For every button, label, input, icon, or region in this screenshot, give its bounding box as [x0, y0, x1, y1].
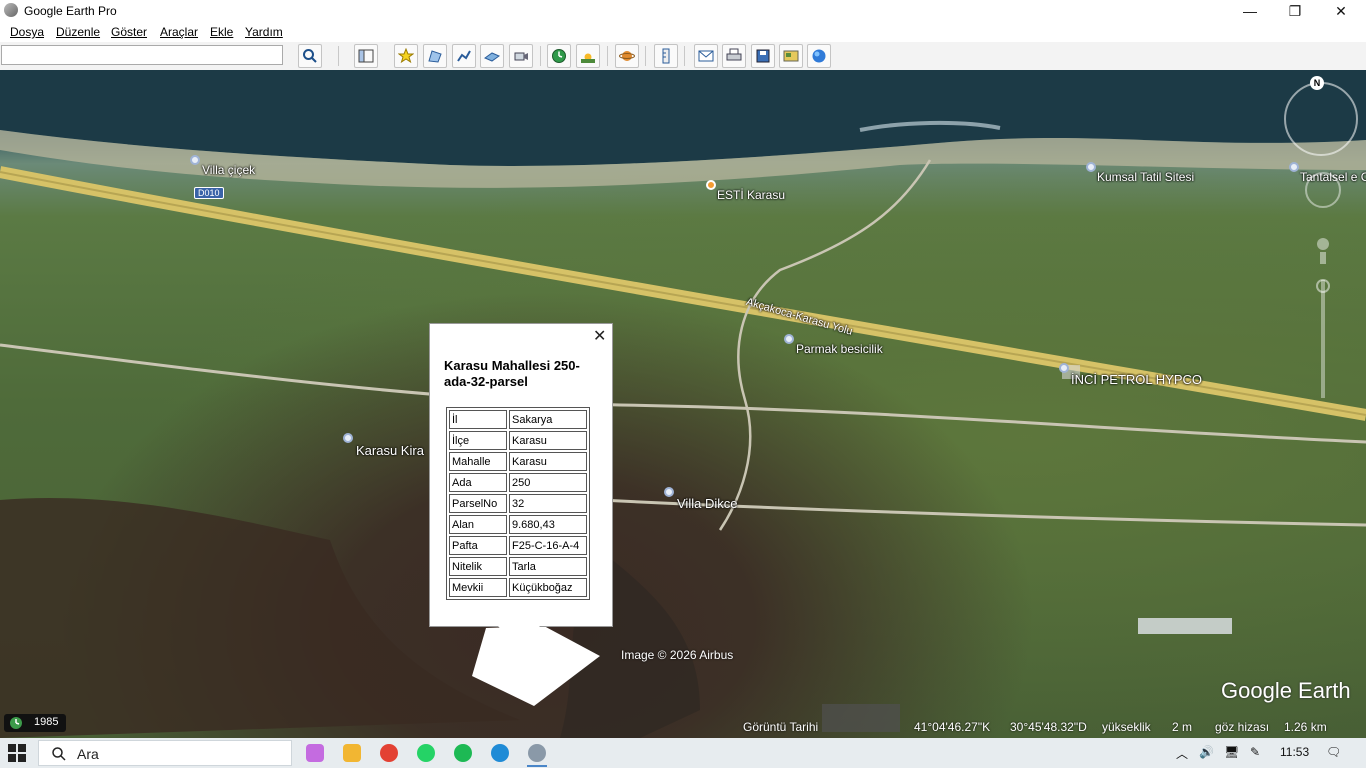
title-bar: Google Earth Pro — ❐ ✕ [0, 0, 1366, 22]
record-tour-icon[interactable] [509, 44, 533, 68]
menu-bar: Dosya Düzenle Göster Araçlar Ekle Yardım [0, 22, 1366, 42]
search-input[interactable] [1, 45, 283, 65]
eye-altitude-value: 1.26 km [1284, 720, 1327, 734]
chrome-icon[interactable] [380, 744, 398, 762]
file-explorer-icon[interactable] [343, 744, 361, 762]
taskbar: Ara ︿ 🔊 🖥 ✎ 11:53 🗨 [0, 738, 1366, 768]
elevation-label: yükseklik [1102, 720, 1151, 734]
add-path-icon[interactable] [452, 44, 476, 68]
taskbar-search[interactable]: Ara [38, 740, 292, 766]
redacted-date [822, 704, 900, 732]
view-in-maps-icon[interactable] [779, 44, 803, 68]
tray-chevron-icon[interactable]: ︿ [1176, 745, 1188, 762]
longitude-readout: 30°45'48.32"D [1010, 720, 1087, 734]
spotify-icon[interactable] [454, 744, 472, 762]
network-icon[interactable]: 🖥 [1224, 745, 1239, 759]
copilot-icon[interactable] [306, 744, 324, 762]
whatsapp-icon[interactable] [417, 744, 435, 762]
toolbar-separator [607, 46, 608, 66]
email-icon[interactable] [694, 44, 718, 68]
add-polygon-icon[interactable] [423, 44, 447, 68]
google-earth-taskbar-icon[interactable] [528, 744, 546, 762]
sidebar-toggle-icon[interactable] [354, 44, 378, 68]
menu-goster[interactable]: Göster [111, 25, 147, 39]
menu-yardim[interactable]: Yardım [245, 25, 283, 39]
latitude-readout: 41°04'46.27"K [914, 720, 991, 734]
toolbar [0, 42, 1366, 71]
imagery-date-label: Görüntü Tarihi [743, 720, 819, 734]
toolbar-separator [338, 46, 339, 66]
notification-icon[interactable]: 🗨 [1326, 745, 1341, 759]
add-placemark-icon[interactable] [394, 44, 418, 68]
search-icon[interactable] [298, 44, 322, 68]
popup-pointer [498, 626, 540, 648]
windows-start-icon[interactable] [8, 744, 26, 762]
sunlight-icon[interactable] [576, 44, 600, 68]
historical-year: 1985 [34, 716, 59, 728]
google-earth-app-icon [4, 3, 18, 17]
eye-altitude-label: göz hizası [1215, 720, 1270, 734]
close-button[interactable]: ✕ [1318, 0, 1364, 22]
clock-time[interactable]: 11:53 [1280, 745, 1309, 759]
active-app-indicator [527, 765, 547, 767]
menu-duzenle[interactable]: Düzenle [56, 25, 100, 39]
minimize-button[interactable]: — [1227, 0, 1273, 22]
volume-icon[interactable]: 🔊 [1199, 745, 1214, 759]
print-icon[interactable] [722, 44, 746, 68]
switch-planet-icon[interactable] [615, 44, 639, 68]
menu-ekle[interactable]: Ekle [210, 25, 233, 39]
menu-araclar[interactable]: Araçlar [160, 25, 198, 39]
save-image-icon[interactable] [751, 44, 775, 68]
earth-icon[interactable] [807, 44, 831, 68]
pen-icon[interactable]: ✎ [1250, 745, 1260, 759]
search-icon [52, 747, 66, 761]
elevation-value: 2 m [1172, 720, 1193, 734]
edge-icon[interactable] [491, 744, 509, 762]
map-view[interactable]: D010 Villa çiçek ESTİ Karasu Kumsal Tati… [0, 70, 1366, 738]
ruler-icon[interactable] [654, 44, 678, 68]
toolbar-separator [684, 46, 685, 66]
taskbar-search-label: Ara [77, 746, 99, 762]
menu-dosya[interactable]: Dosya [10, 25, 44, 39]
restore-button[interactable]: ❐ [1272, 0, 1318, 22]
historical-clock-icon [10, 717, 22, 729]
toolbar-separator [645, 46, 646, 66]
add-image-overlay-icon[interactable] [480, 44, 504, 68]
toolbar-separator [540, 46, 541, 66]
window-title: Google Earth Pro [24, 4, 117, 18]
historical-imagery-icon[interactable] [547, 44, 571, 68]
